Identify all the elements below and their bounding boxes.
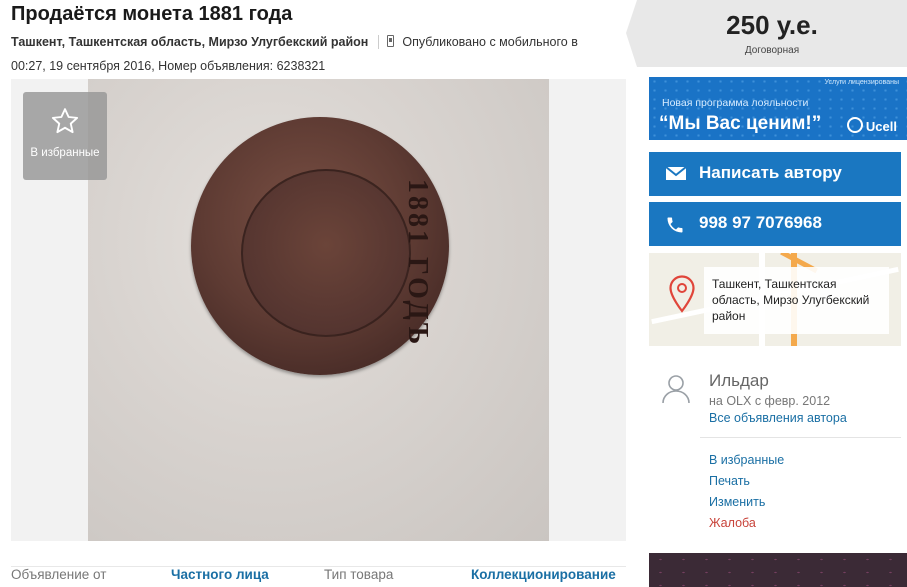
add-favorites-link[interactable]: В избранные bbox=[709, 453, 784, 467]
author-since: на OLX с февр. 2012 bbox=[709, 394, 831, 408]
price-value: 250 у.е. bbox=[726, 10, 818, 40]
photo-image: 1881 ГОДЪ bbox=[88, 79, 549, 541]
location-pin-icon bbox=[669, 275, 695, 313]
coin-inscription: 1881 ГОДЪ bbox=[402, 179, 433, 348]
details-table: Объявление от Частного лица Тип товара К… bbox=[11, 566, 626, 587]
phone-button[interactable]: 998 97 7076968 bbox=[649, 202, 901, 246]
listing-title: Продаётся монета 1881 года bbox=[11, 3, 293, 25]
detail-value-link[interactable]: Коллекционирование bbox=[471, 567, 616, 582]
write-author-button[interactable]: Написать автору bbox=[649, 152, 901, 196]
price-box: 250 у.е. Договорная bbox=[626, 0, 907, 67]
listing-date-id: 00:27, 19 сентября 2016, Номер объявлени… bbox=[11, 59, 326, 73]
phone-icon bbox=[667, 217, 683, 233]
detail-key: Объявление от bbox=[11, 567, 107, 582]
detail-value-link[interactable]: Частного лица bbox=[171, 567, 269, 582]
divider bbox=[700, 437, 901, 438]
banner-line-1: Новая программа лояльности bbox=[662, 97, 809, 109]
ad-banner[interactable]: Услуги лицензированы Новая программа лоя… bbox=[649, 77, 907, 140]
meta-divider bbox=[378, 34, 380, 49]
favorites-label: В избранные bbox=[30, 147, 100, 159]
detail-key: Тип товара bbox=[324, 567, 394, 582]
banner-brand: Ucell bbox=[847, 117, 897, 134]
phone-number: 998 97 7076968 bbox=[699, 213, 822, 232]
envelope-icon bbox=[665, 166, 687, 180]
published-label: Опубликовано с мобильного в bbox=[402, 35, 578, 49]
all-author-ads-link[interactable]: Все объявления автора bbox=[709, 411, 847, 425]
add-to-favorites-button[interactable]: В избранные bbox=[23, 92, 107, 180]
edit-link[interactable]: Изменить bbox=[709, 495, 765, 509]
star-outline-icon bbox=[51, 108, 79, 134]
location-map[interactable]: Ташкент, Ташкентская область, Мирзо Улуг… bbox=[649, 253, 901, 346]
banner-top-note: Услуги лицензированы bbox=[824, 79, 900, 86]
banner-line-2: “Мы Вас ценим!” bbox=[659, 113, 822, 134]
coin-image: 1881 ГОДЪ bbox=[191, 117, 449, 375]
user-icon bbox=[662, 375, 690, 404]
price-note: Договорная bbox=[744, 45, 800, 56]
author-name: Ильдар bbox=[709, 371, 769, 390]
write-author-label: Написать автору bbox=[699, 163, 842, 182]
bottom-ad-banner[interactable] bbox=[649, 553, 907, 587]
mobile-phone-icon bbox=[387, 35, 395, 48]
print-link[interactable]: Печать bbox=[709, 474, 750, 488]
report-link[interactable]: Жалоба bbox=[709, 516, 756, 530]
listing-meta: Ташкент, Ташкентская область, Мирзо Улуг… bbox=[11, 30, 623, 78]
listing-location: Ташкент, Ташкентская область, Мирзо Улуг… bbox=[11, 35, 369, 49]
coin-center bbox=[241, 169, 411, 337]
map-address: Ташкент, Ташкентская область, Мирзо Улуг… bbox=[712, 277, 870, 323]
